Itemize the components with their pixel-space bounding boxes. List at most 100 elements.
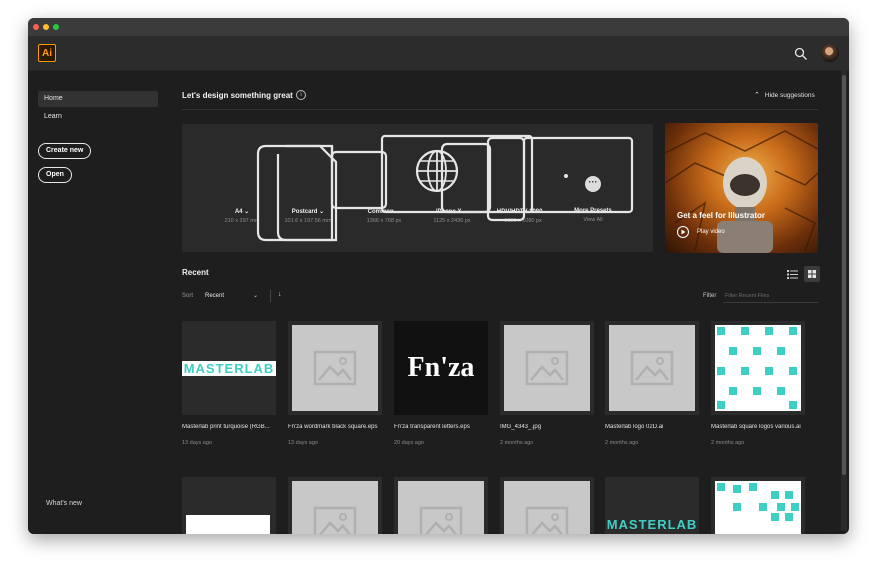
- file-date: 2 months ago: [711, 440, 745, 446]
- logo-square: [765, 367, 773, 375]
- play-icon[interactable]: [677, 226, 689, 238]
- sort-dropdown[interactable]: Recent: [205, 293, 224, 299]
- title-bar: [28, 18, 849, 36]
- image-placeholder-icon: [292, 481, 378, 534]
- logo-square: [789, 327, 797, 335]
- logo-square: [777, 387, 785, 395]
- file-name: Masterlab print turquoise (RGB...: [182, 424, 270, 430]
- file-thumbnail[interactable]: Fn'za: [394, 321, 488, 415]
- file-thumbnail[interactable]: MASTERLAB: [605, 477, 699, 534]
- file-card[interactable]: IMG_4343_.jpg 2 months ago: [500, 321, 596, 451]
- open-button[interactable]: Open: [38, 167, 72, 183]
- artwork-preview: [186, 515, 270, 534]
- file-card[interactable]: [182, 477, 278, 534]
- sidebar-item-learn[interactable]: Learn: [38, 109, 158, 125]
- file-card[interactable]: Fn'za wordmark black square.eps 13 days a…: [288, 321, 384, 451]
- logo-square: [733, 503, 741, 511]
- minimize-button[interactable]: [43, 24, 49, 30]
- logo-square: [717, 401, 725, 409]
- image-placeholder-icon: [609, 325, 695, 411]
- file-thumbnail[interactable]: [288, 321, 382, 415]
- main-content: Let's design something great i ⌃ Hide sug…: [182, 71, 849, 534]
- logo-grid-artwork: [715, 325, 801, 411]
- preset-panel: ··· A4 ⌄ 210 x 297 mm Postcard ⌄ 101.6 x…: [182, 124, 653, 252]
- whats-new-link[interactable]: What's new: [46, 500, 82, 507]
- divider: [270, 290, 271, 302]
- file-card[interactable]: [394, 477, 490, 534]
- logo-square: [749, 483, 757, 491]
- video-tile[interactable]: Get a feel for Illustrator Play video: [665, 123, 818, 253]
- logo-square: [771, 491, 779, 499]
- logo-square: [717, 367, 725, 375]
- sort-label: Sort: [182, 293, 194, 299]
- play-video-label[interactable]: Play video: [697, 229, 725, 235]
- search-icon[interactable]: [794, 47, 808, 61]
- masterlab-wordmark: MASTERLAB: [606, 516, 698, 532]
- file-name: Masterlab logo 02D.ai: [605, 424, 664, 430]
- file-card[interactable]: MASTERLAB: [605, 477, 701, 534]
- logo-square: [785, 491, 793, 499]
- file-thumbnail[interactable]: [394, 477, 488, 534]
- logo-square: [789, 401, 797, 409]
- logo-square: [733, 485, 741, 493]
- file-card[interactable]: Masterlab logo 02D.ai 2 months ago: [605, 321, 701, 451]
- chevron-down-icon[interactable]: ⌄: [253, 292, 258, 299]
- filter-input[interactable]: [723, 289, 818, 303]
- file-card[interactable]: [500, 477, 596, 534]
- image-placeholder-icon: [504, 481, 590, 534]
- filter-label: Filter: [703, 293, 717, 299]
- file-thumbnail[interactable]: MASTERLAB: [182, 321, 276, 415]
- logo-square: [717, 483, 725, 491]
- logo-square: [753, 387, 761, 395]
- chevron-up-icon: ⌃: [754, 92, 760, 99]
- file-thumbnail[interactable]: [182, 477, 276, 534]
- maximize-button[interactable]: [53, 24, 59, 30]
- file-card[interactable]: MASTERLAB Masterlab print turquoise (RGB.…: [182, 321, 278, 451]
- divider: [182, 109, 818, 110]
- fnza-wordmark: Fn'za: [407, 352, 475, 383]
- image-placeholder-icon: [292, 325, 378, 411]
- illustrator-logo: Ai: [38, 44, 56, 62]
- file-thumbnail[interactable]: [500, 477, 594, 534]
- logo-square: [729, 387, 737, 395]
- hide-suggestions-button[interactable]: ⌃ Hide suggestions: [754, 91, 815, 99]
- file-date: 2 months ago: [500, 440, 534, 446]
- info-icon[interactable]: i: [296, 90, 306, 100]
- hide-suggestions-label: Hide suggestions: [764, 92, 815, 99]
- sidebar-item-home[interactable]: Home: [38, 91, 158, 107]
- sort-direction-icon[interactable]: ↓: [278, 291, 282, 298]
- logo-square: [717, 327, 725, 335]
- logo-square: [759, 503, 767, 511]
- logo-square: [765, 327, 773, 335]
- file-thumbnail[interactable]: [711, 321, 805, 415]
- grid-view-button[interactable]: [804, 266, 820, 282]
- file-card[interactable]: [711, 477, 807, 534]
- file-thumbnail[interactable]: [288, 477, 382, 534]
- scrollbar-thumb[interactable]: [842, 75, 846, 475]
- list-view-icon[interactable]: [786, 268, 799, 281]
- file-thumbnail[interactable]: [605, 321, 699, 415]
- file-date: 13 days ago: [288, 440, 318, 446]
- image-placeholder-icon: [504, 325, 590, 411]
- file-name: Fn'za transparent letters.eps: [394, 424, 470, 430]
- masterlab-wordmark: MASTERLAB: [182, 360, 276, 376]
- video-title: Get a feel for Illustrator: [677, 211, 766, 220]
- file-thumbnail[interactable]: [500, 321, 594, 415]
- logo-square: [741, 367, 749, 375]
- preset-outline-graphics: [256, 134, 634, 242]
- app-header: Ai: [28, 36, 849, 71]
- file-card[interactable]: Masterlab square logos various.ai 2 month…: [711, 321, 807, 451]
- file-card[interactable]: [288, 477, 384, 534]
- file-name: Fn'za wordmark black square.eps: [288, 424, 378, 430]
- create-new-button[interactable]: Create new: [38, 143, 92, 159]
- logo-square: [771, 513, 779, 521]
- logo-square: [777, 347, 785, 355]
- file-thumbnail[interactable]: [711, 477, 805, 534]
- file-card[interactable]: Fn'za Fn'za transparent letters.eps 20 day…: [394, 321, 490, 451]
- user-avatar[interactable]: [821, 44, 839, 62]
- close-button[interactable]: [33, 24, 39, 30]
- logo-square: [741, 327, 749, 335]
- logo-square: [785, 513, 793, 521]
- page-title: Let's design something great: [182, 91, 293, 100]
- scrollbar[interactable]: [841, 71, 847, 531]
